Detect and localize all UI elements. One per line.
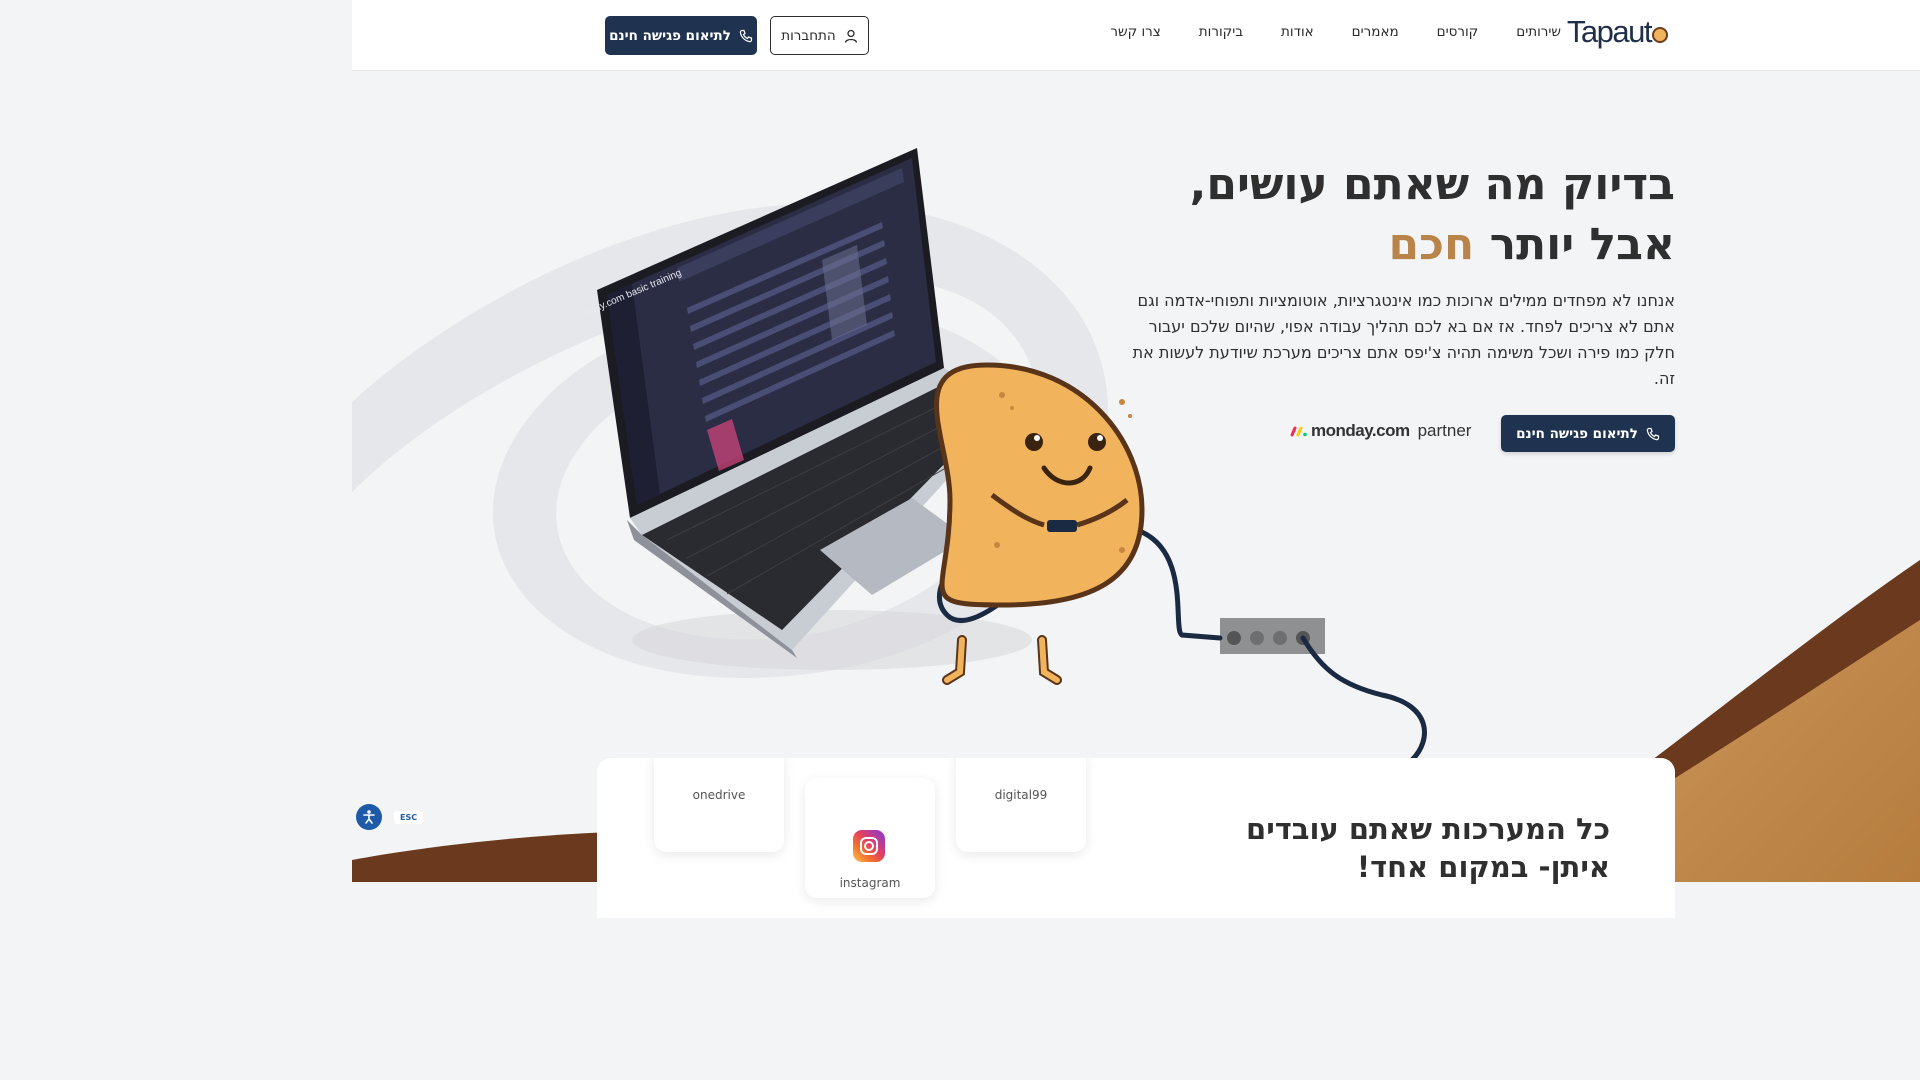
nav-item-contact[interactable]: צרו קשר [1110,24,1160,40]
hero-title-line2-prefix: אבל יותר [1489,219,1675,270]
nav-item-services[interactable]: שירותים [1516,24,1561,40]
login-button[interactable]: התחברות [770,16,869,55]
integration-tile-instagram[interactable]: instagram [805,778,935,898]
login-label: התחברות [781,27,836,44]
tile-label: digital99 [994,788,1048,802]
integration-tile-digital99[interactable]: digital99 [956,758,1086,852]
integration-tile-onedrive[interactable]: onedrive [654,758,784,852]
tile-label: onedrive [692,788,746,802]
hero-illustration: monday.com basic training [582,148,1427,760]
potato-logo-icon [1652,27,1668,43]
schedule-meeting-button[interactable]: לתיאום פגישה חינם [605,16,757,55]
logo-text: Tapaut [1566,14,1653,49]
site-header: Tapaut שירותים קורסים מאמרים אודות ביקור… [352,0,1920,71]
accessibility-icon [363,810,375,824]
main-nav: שירותים קורסים מאמרים אודות ביקורות צרו … [1110,24,1561,40]
hero-schedule-meeting-button[interactable]: לתיאום פגישה חינם [1501,415,1675,452]
site-logo[interactable]: Tapaut [1567,14,1668,50]
hero-cta-label: לתיאום פגישה חינם [1516,425,1638,442]
user-icon [844,29,857,43]
nav-item-courses[interactable]: קורסים [1437,24,1479,40]
esc-label: ESC [394,811,424,824]
nav-item-reviews[interactable]: ביקורות [1199,24,1243,40]
schedule-meeting-label: לתיאום פגישה חינם [609,27,731,44]
nav-item-about[interactable]: אודות [1281,24,1314,40]
integrations-card: onedrive instagram digital99 כל המערכות … [597,758,1675,918]
instagram-icon [853,830,885,862]
tile-label: instagram [839,876,901,890]
nav-item-articles[interactable]: מאמרים [1352,24,1399,40]
phone-icon [1646,427,1660,440]
integrations-title: כל המערכות שאתם עובדים איתן- במקום אחד! [1246,812,1610,884]
phone-icon [739,29,753,42]
accessibility-button[interactable] [356,804,382,830]
